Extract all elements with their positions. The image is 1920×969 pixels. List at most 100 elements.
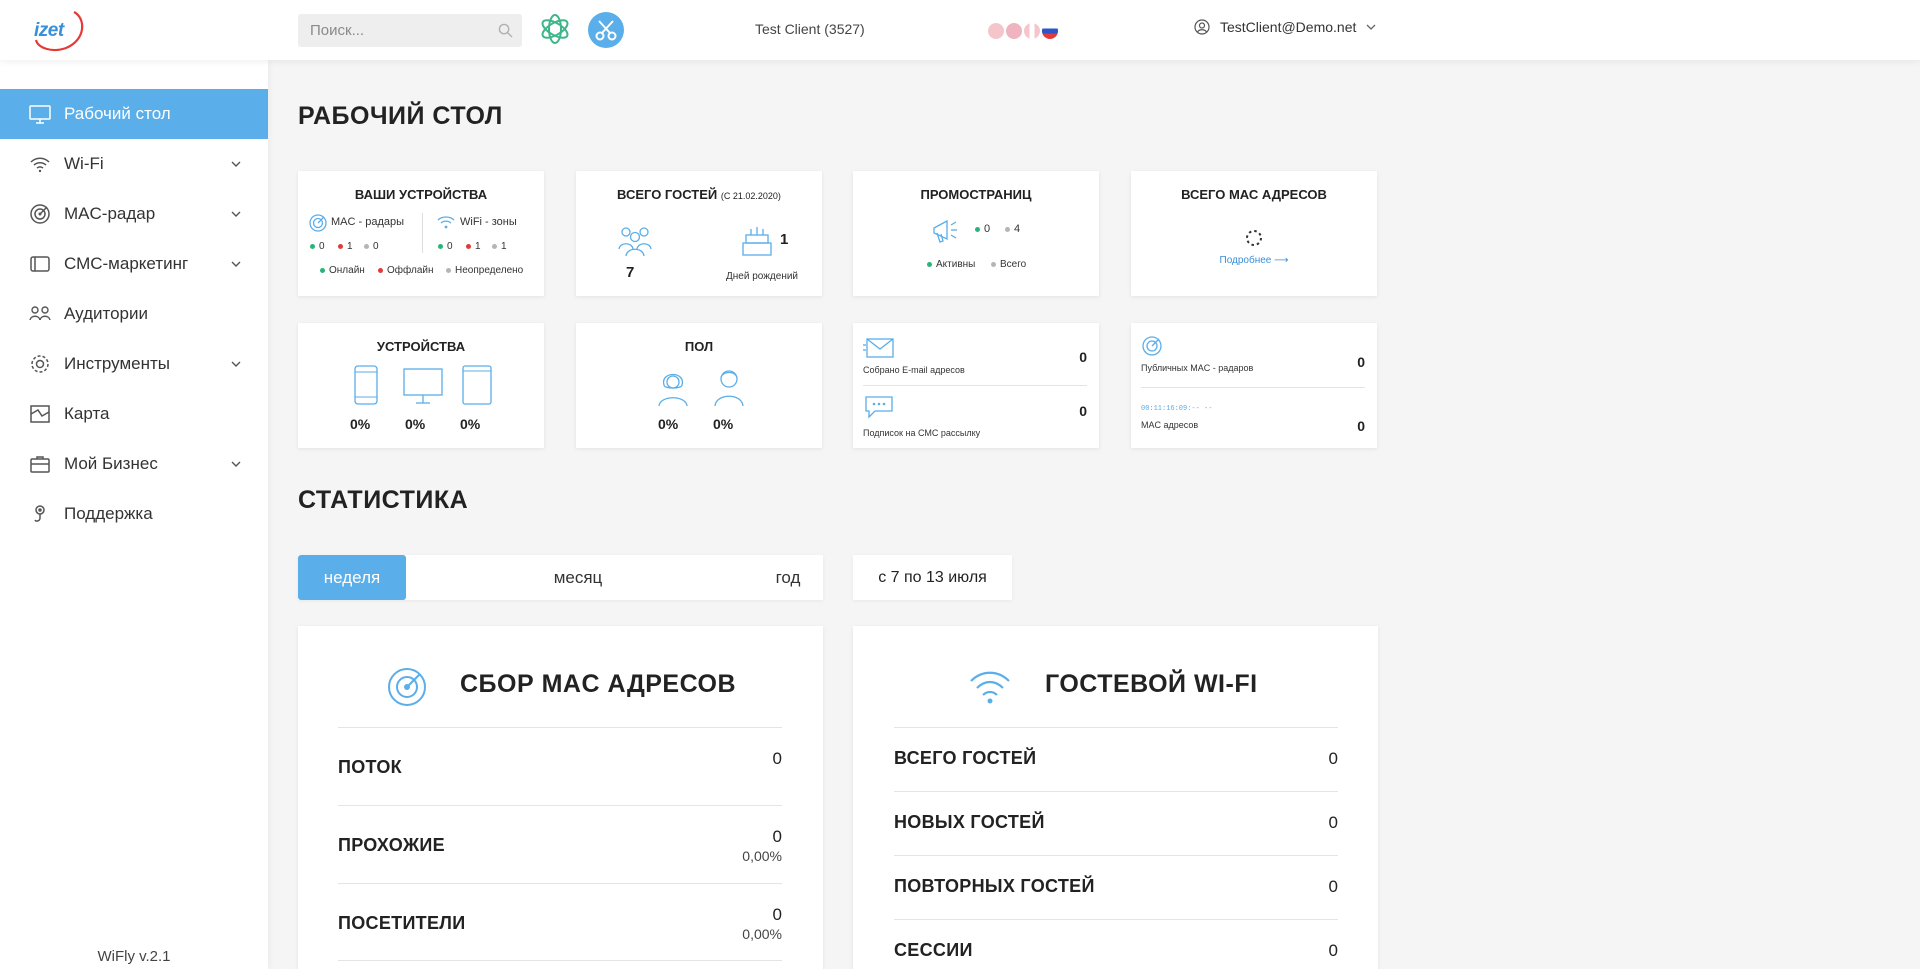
flag-1-icon[interactable] <box>988 23 1004 39</box>
card-gender[interactable]: ПОЛ 0% 0% <box>576 323 822 448</box>
tablet-icon <box>462 365 492 405</box>
sidebar-item-label: Мой Бизнес <box>64 454 158 473</box>
flag-ru-icon[interactable] <box>1042 23 1058 39</box>
mac-row-value: 0 <box>772 905 782 924</box>
wifi-icon <box>437 216 455 229</box>
wifi-unknown-count: 1 <box>492 241 507 252</box>
legend-unknown: Неопределено <box>446 265 523 276</box>
chevron-down-icon <box>1366 24 1376 30</box>
wifi-row-value: 0 <box>1328 941 1338 960</box>
sidebar-item-label: Рабочий стол <box>64 104 171 123</box>
top-bar: izet Test Client (3527) TestClient@Demo.… <box>0 0 1920 60</box>
sidebar-item-label: Wi-Fi <box>64 154 104 173</box>
radar-icon <box>388 668 426 706</box>
flag-3-icon[interactable] <box>1024 23 1040 39</box>
card-collected-contacts[interactable]: Собрано E-mail адресов 0 Подписок на СМС… <box>853 323 1099 448</box>
support-icon <box>34 505 45 522</box>
wifi-row-label: ВСЕГО ГОСТЕЙ <box>894 748 1037 768</box>
wifi-icon <box>970 671 1010 704</box>
mac-row-value: 0 <box>772 749 782 768</box>
language-flags <box>988 23 1058 39</box>
card-title: ПОЛ <box>684 339 714 354</box>
user-menu[interactable]: TestClient@Demo.net <box>1194 19 1376 35</box>
birthdays-label: Дней рождений <box>726 271 799 282</box>
guests-since: (с 21.02.2020) <box>720 191 781 201</box>
promo-active-legend: Активны <box>927 259 975 270</box>
more-link[interactable]: Подробнее ⟶ <box>1131 255 1377 266</box>
emails-collected-label: Собрано E-mail адресов <box>863 365 965 375</box>
wifi-panel-title: ГОСТЕВОЙ WI-FI <box>1045 670 1258 698</box>
radar-icon <box>309 214 327 232</box>
divider <box>338 960 782 961</box>
promo-total-count: 4 <box>1005 223 1020 235</box>
sidebar-item-label: MAC-радар <box>64 204 156 223</box>
card-promo-pages[interactable]: ПРОМОСТРАНИЦ 0 4 Активны Всего <box>853 171 1099 296</box>
search-box[interactable] <box>298 14 522 47</box>
sidebar-item-support[interactable]: Поддержка <box>0 489 268 539</box>
emails-collected-value: 0 <box>1079 349 1087 365</box>
wifi-offline-count: 1 <box>466 241 481 252</box>
card-your-devices[interactable]: ВАШИ УСТРОЙСТВА MAC - радары WiFi - зоны… <box>298 171 544 296</box>
loading-spinner-icon <box>1246 230 1262 246</box>
mac-row-percent: 0,00% <box>742 926 782 942</box>
logo[interactable]: izet <box>30 6 90 54</box>
date-range-picker[interactable]: с 7 по 13 июля <box>853 555 1012 600</box>
sidebar-item-audiences[interactable]: Аудитории <box>0 289 268 339</box>
sidebar-item-map[interactable]: Карта <box>0 389 268 439</box>
female-icon <box>658 373 688 407</box>
smartphone-icon <box>354 365 378 405</box>
sidebar-item-label: Инструменты <box>64 354 171 373</box>
sidebar-item-label: Поддержка <box>64 504 153 523</box>
sidebar-item-label: СМС-маркетинг <box>64 254 189 273</box>
sidebar-item-my-business[interactable]: Мой Бизнес <box>0 439 268 489</box>
wifi-row-label: СЕССИИ <box>894 940 973 960</box>
tab-year[interactable]: год <box>758 555 818 600</box>
promo-active-count: 0 <box>975 223 990 235</box>
mac-addresses-value: 0 <box>1357 418 1365 434</box>
divider <box>894 727 1338 728</box>
map-icon <box>30 405 50 423</box>
megaphone-icon <box>933 219 957 243</box>
page-title: РАБОЧИЙ СТОЛ <box>298 102 503 130</box>
logo-text: izet <box>34 20 64 41</box>
card-title: УСТРОЙСТВА <box>376 339 466 354</box>
wifi-row-value: 0 <box>1328 749 1338 768</box>
gear-icon <box>31 355 49 373</box>
mac-row-label: ПОСЕТИТЕЛИ <box>338 913 466 933</box>
card-device-types[interactable]: УСТРОЙСТВА 0% 0% 0% <box>298 323 544 448</box>
promo-total-legend: Всего <box>991 259 1026 270</box>
mac-row-percent: 0,00% <box>742 848 782 864</box>
monitor-icon <box>29 105 51 124</box>
briefcase-icon <box>30 456 50 473</box>
wifi-row-label: НОВЫХ ГОСТЕЙ <box>894 812 1045 832</box>
tab-week[interactable]: неделя <box>298 555 406 600</box>
chevron-down-icon <box>231 211 241 217</box>
sidebar-item-desktop[interactable]: Рабочий стол <box>0 89 268 139</box>
chat-bubble-icon <box>865 396 893 419</box>
mac-row-label: ПРОХОЖИЕ <box>338 835 445 855</box>
chevron-down-icon <box>231 461 241 467</box>
sidebar-item-sms-marketing[interactable]: СМС-маркетинг <box>0 239 268 289</box>
app-version: WiFly v.2.1 <box>97 948 171 965</box>
search-input[interactable] <box>298 14 522 47</box>
legend-online: Онлайн <box>320 265 365 276</box>
divider <box>338 727 782 728</box>
mac-sample: 00:11:16:09:-- -- <box>1141 405 1213 413</box>
scissors-button[interactable] <box>588 12 624 48</box>
card-total-guests[interactable]: ВСЕГО ГОСТЕЙ (с 21.02.2020) 7 1 Дней рож… <box>576 171 822 296</box>
sidebar-item-mac-radar[interactable]: MAC-радар <box>0 189 268 239</box>
sidebar-item-tools[interactable]: Инструменты <box>0 339 268 389</box>
user-icon <box>1194 19 1210 35</box>
sms-subscriptions-value: 0 <box>1079 403 1087 419</box>
card-title: ПРОМОСТРАНИЦ <box>920 187 1032 202</box>
chatgpt-icon[interactable] <box>537 11 573 47</box>
flag-2-icon[interactable] <box>1006 23 1022 39</box>
divider <box>1141 387 1365 388</box>
card-total-mac[interactable]: ВСЕГО МАС АДРЕСОВ Подробнее ⟶ <box>1131 171 1377 296</box>
sidebar-item-wifi[interactable]: Wi-Fi <box>0 139 268 189</box>
desktop-icon <box>403 368 443 404</box>
client-name[interactable]: Test Client (3527) <box>755 21 865 37</box>
mac-row-value: 0 <box>772 827 782 846</box>
card-public-mac[interactable]: Публичных MAC - радаров 0 00:11:16:09:--… <box>1131 323 1377 448</box>
tab-month[interactable]: месяц <box>518 555 638 600</box>
